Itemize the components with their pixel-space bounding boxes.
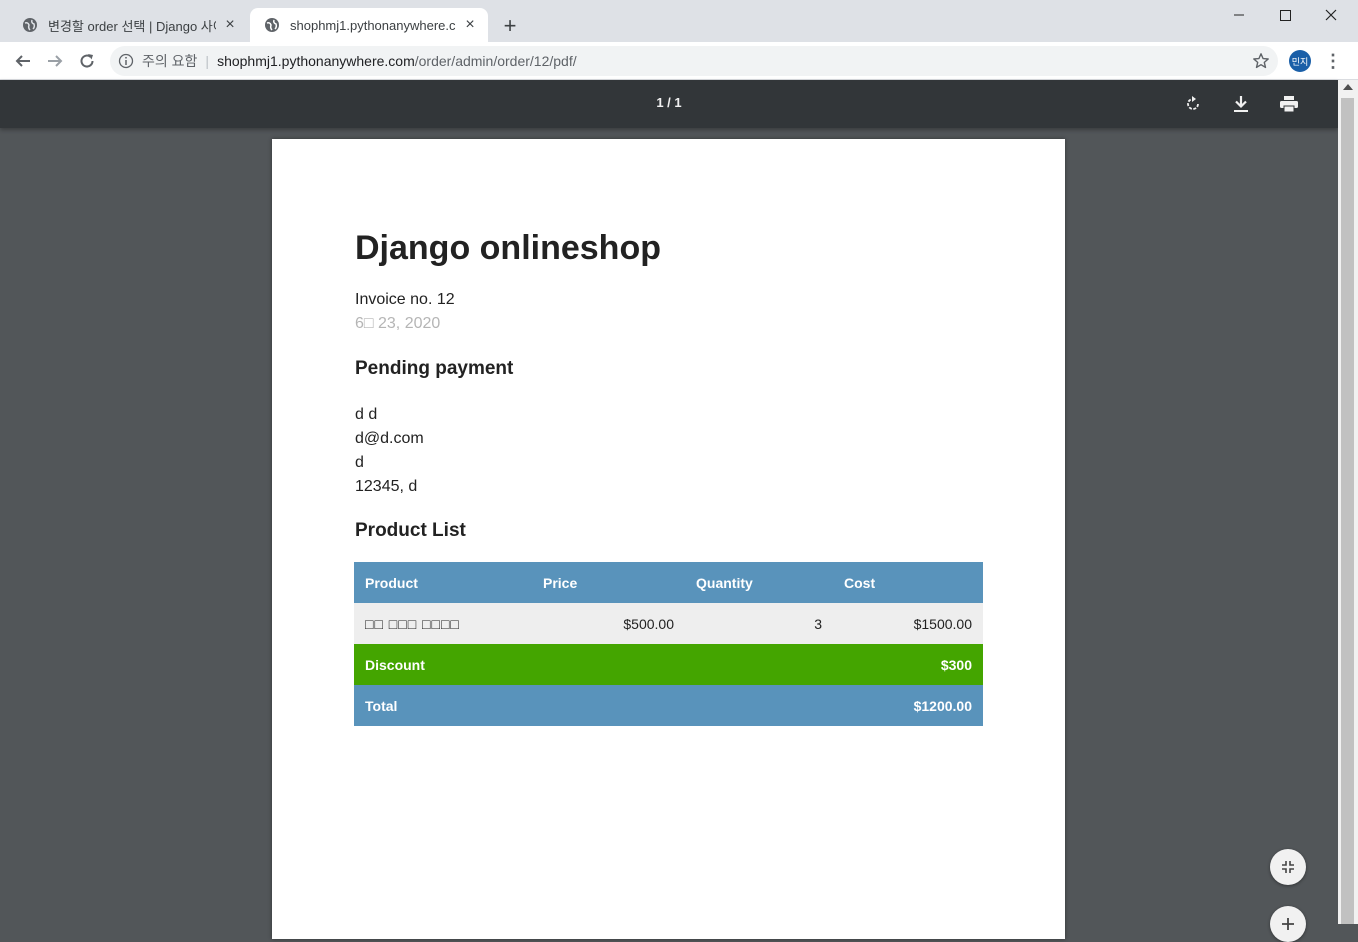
close-tab-icon[interactable]: × <box>222 16 238 33</box>
tab-title: shophmj1.pythonanywhere.com/order/admin/… <box>290 17 456 33</box>
fit-to-page-icon <box>1282 861 1294 873</box>
address-line: 12345, d <box>355 478 418 495</box>
maximize-icon[interactable] <box>1262 0 1308 30</box>
bookmark-star-icon[interactable] <box>1252 52 1270 70</box>
discount-label: Discount <box>354 644 833 685</box>
close-tab-icon[interactable]: × <box>462 16 478 33</box>
minimize-icon[interactable] <box>1216 0 1262 30</box>
table-row: □□ □□□ □□□□ $500.00 3 $1500.00 <box>354 603 983 644</box>
page-counter: 1 / 1 <box>656 95 682 110</box>
product-list-heading: Product List <box>355 520 466 541</box>
column-header-product: Product <box>354 562 532 603</box>
zoom-in-button[interactable] <box>1270 906 1306 942</box>
forward-arrow-icon[interactable] <box>42 48 68 74</box>
cell-price: $500.00 <box>532 603 685 644</box>
invoice-number: Invoice no. 12 <box>355 291 455 308</box>
url-path: /order/admin/order/12/pdf/ <box>414 53 577 69</box>
column-header-quantity: Quantity <box>685 562 833 603</box>
address-separator: | <box>205 53 210 69</box>
info-icon[interactable] <box>118 53 134 69</box>
menu-kebab-icon[interactable]: ⋮ <box>1324 50 1342 72</box>
total-value: $1200.00 <box>833 685 983 726</box>
cell-product: □□ □□□ □□□□ <box>354 603 532 644</box>
address-line: d <box>355 454 364 471</box>
reload-icon[interactable] <box>74 48 100 74</box>
address-bar[interactable]: 주의 요함 | shophmj1.pythonanywhere.com/orde… <box>110 46 1278 76</box>
close-window-icon[interactable] <box>1308 0 1354 30</box>
cell-quantity: 3 <box>685 603 833 644</box>
globe-icon <box>265 18 279 32</box>
address-line: d d <box>355 406 378 423</box>
tab-title: 변경할 order 선택 | Django 사이 <box>48 18 216 34</box>
discount-row: Discount $300 <box>354 644 983 685</box>
total-label: Total <box>354 685 833 726</box>
payment-status: Pending payment <box>355 358 514 379</box>
tab-admin-order[interactable]: 변경할 order 선택 | Django 사이 × <box>8 8 248 42</box>
document-title: Django onlineshop <box>355 229 661 267</box>
scrollbar-thumb[interactable] <box>1341 98 1354 924</box>
scroll-up-arrow-icon[interactable] <box>1343 84 1353 90</box>
address-line: d@d.com <box>355 430 424 447</box>
plus-icon <box>1282 918 1294 930</box>
cell-cost: $1500.00 <box>833 603 983 644</box>
fit-page-button[interactable] <box>1270 849 1306 885</box>
pdf-toolbar: 1 / 1 <box>0 80 1338 128</box>
customer-address: d d d@d.com d 12345, d <box>355 403 424 499</box>
url-host: shophmj1.pythonanywhere.com <box>217 53 415 69</box>
pdf-page: Django onlineshop Invoice no. 12 6□ 23, … <box>272 139 1065 939</box>
rotate-icon[interactable] <box>1181 92 1205 116</box>
download-icon[interactable] <box>1229 92 1253 116</box>
tab-pdf[interactable]: shophmj1.pythonanywhere.com/order/admin/… <box>250 8 488 42</box>
profile-avatar[interactable]: 민지 <box>1289 50 1311 72</box>
tab-strip: 변경할 order 선택 | Django 사이 × shophmj1.pyth… <box>0 0 1358 42</box>
vertical-scrollbar[interactable] <box>1338 80 1358 924</box>
security-warning-label[interactable]: 주의 요함 <box>142 51 197 71</box>
globe-icon <box>23 18 37 32</box>
invoice-date: 6□ 23, 2020 <box>355 315 441 332</box>
new-tab-button[interactable]: + <box>496 12 524 40</box>
column-header-price: Price <box>532 562 685 603</box>
total-row: Total $1200.00 <box>354 685 983 726</box>
back-arrow-icon[interactable] <box>10 48 36 74</box>
table-header-row: Product Price Quantity Cost <box>354 562 983 603</box>
column-header-cost: Cost <box>833 562 983 603</box>
discount-value: $300 <box>833 644 983 685</box>
product-table: Product Price Quantity Cost □□ □□□ □□□□ … <box>354 562 983 726</box>
browser-toolbar: 주의 요함 | shophmj1.pythonanywhere.com/orde… <box>0 42 1358 80</box>
print-icon[interactable] <box>1277 92 1301 116</box>
